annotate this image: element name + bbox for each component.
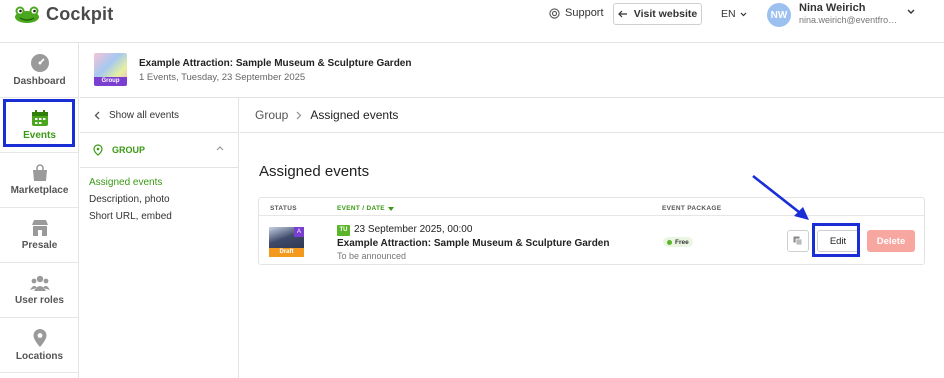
- dashboard-gauge-icon: [30, 54, 49, 72]
- frog-logo-icon: [15, 6, 39, 23]
- attraction-thumbnail: Group: [94, 53, 127, 86]
- attraction-thumbnail-tag: Group: [94, 77, 127, 86]
- visit-website-button[interactable]: Visit website: [613, 3, 702, 25]
- event-location: To be announced: [337, 251, 407, 261]
- show-all-events-label: Show all events: [109, 109, 180, 121]
- status-badge: Draft: [269, 248, 304, 257]
- language-value: EN: [721, 8, 736, 20]
- shopping-bag-icon: [32, 164, 47, 181]
- column-header-label: EVENT / DATE: [337, 205, 385, 212]
- header-divider: [259, 215, 924, 216]
- user-avatar[interactable]: NW: [767, 3, 791, 27]
- sidebar-item-label: Locations: [15, 351, 64, 362]
- sidebar-item-locations[interactable]: Locations: [0, 318, 79, 373]
- event-thumbnail[interactable]: A Draft: [269, 227, 304, 257]
- logo-text: Cockpit: [46, 4, 114, 24]
- column-header-package: EVENT PACKAGE: [662, 205, 722, 212]
- sidebar-item-presale[interactable]: Presale: [0, 208, 79, 263]
- annotation-arrow-icon: [752, 174, 809, 220]
- top-bar: Cockpit Support Visit website EN NW Nina…: [0, 0, 944, 43]
- location-pin-outline-icon: [93, 144, 103, 156]
- column-header-status: STATUS: [270, 205, 297, 212]
- events-highlight-box: [3, 99, 75, 147]
- sidebar-item-marketplace[interactable]: Marketplace: [0, 153, 79, 208]
- edit-highlight-box: [812, 223, 860, 257]
- user-name[interactable]: Nina Weirich: [799, 2, 865, 14]
- subnav-link-assigned-events[interactable]: Assigned events: [89, 177, 162, 188]
- subnav-link-short-url-embed[interactable]: Short URL, embed: [89, 211, 172, 222]
- group-section-toggle[interactable]: GROUP: [80, 133, 238, 168]
- copy-button[interactable]: [787, 230, 809, 252]
- support-link[interactable]: Support: [549, 7, 604, 19]
- sidebar-item-label: Presale: [21, 240, 58, 251]
- attraction-title: Example Attraction: Sample Museum & Scul…: [139, 58, 412, 69]
- user-email: nina.weirich@eventfrog...: [799, 15, 899, 25]
- attraction-header: Group Example Attraction: Sample Museum …: [80, 43, 944, 98]
- attraction-subtitle: 1 Events, Tuesday, 23 September 2025: [139, 72, 306, 83]
- sidebar-item-label: User roles: [15, 295, 64, 306]
- chevron-left-icon: [94, 111, 100, 119]
- language-select[interactable]: EN: [721, 8, 747, 20]
- sidebar-item-dashboard[interactable]: Dashboard: [0, 43, 79, 98]
- sidebar-item-label: Marketplace: [10, 185, 69, 196]
- package-badge: Free: [663, 237, 693, 247]
- support-label: Support: [565, 7, 604, 19]
- event-subnav: Show all events GROUP Assigned events De…: [80, 98, 239, 378]
- sort-desc-icon: [387, 206, 394, 211]
- weekday-badge: TU: [337, 225, 350, 236]
- subnav-link-description-photo[interactable]: Description, photo: [89, 194, 170, 205]
- visit-website-label: Visit website: [633, 8, 698, 20]
- breadcrumb: Group Assigned events: [240, 98, 944, 133]
- cockpit-logo[interactable]: Cockpit: [12, 4, 113, 25]
- breadcrumb-current: Assigned events: [310, 108, 399, 122]
- event-title[interactable]: Example Attraction: Sample Museum & Scul…: [337, 238, 609, 249]
- arrow-left-icon: [617, 10, 627, 18]
- page-title: Assigned events: [259, 163, 370, 180]
- event-thumbnail-corner: A: [294, 227, 304, 237]
- package-dot-icon: [667, 239, 672, 245]
- user-menu-chevron-icon[interactable]: [907, 9, 915, 15]
- show-all-events-link[interactable]: Show all events: [80, 98, 238, 133]
- users-icon: [29, 275, 50, 291]
- group-section-label: GROUP: [112, 145, 146, 155]
- main-sidebar: Dashboard Events Marketplace Presale Use…: [0, 43, 79, 378]
- sidebar-item-label: Dashboard: [13, 76, 66, 87]
- chevron-up-icon: [216, 146, 224, 151]
- copy-icon: [793, 236, 803, 246]
- lifebuoy-icon: [549, 7, 560, 19]
- chevron-right-icon: [296, 111, 302, 119]
- sidebar-item-user-roles[interactable]: User roles: [0, 263, 79, 318]
- chevron-down-icon: [740, 12, 747, 16]
- event-date: 23 September 2025, 00:00: [354, 224, 473, 235]
- column-header-event-date[interactable]: EVENT / DATE: [337, 205, 394, 212]
- package-label: Free: [675, 238, 689, 246]
- store-icon: [31, 220, 48, 236]
- map-pin-icon: [33, 329, 46, 347]
- breadcrumb-parent[interactable]: Group: [255, 108, 288, 122]
- delete-button[interactable]: Delete: [867, 230, 915, 252]
